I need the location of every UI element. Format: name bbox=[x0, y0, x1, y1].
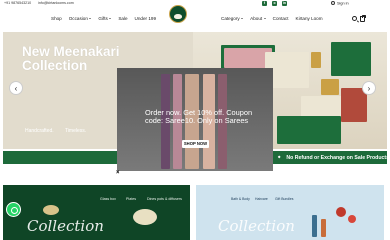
chevron-down-icon bbox=[263, 18, 266, 19]
flower-image bbox=[336, 207, 346, 217]
nav-item-occasion[interactable]: Occasion bbox=[69, 16, 92, 21]
product-image bbox=[133, 209, 157, 225]
category-banner-bath[interactable]: Bath & Body Haircare Gift Bundles Collec… bbox=[196, 185, 384, 240]
user-icon bbox=[331, 1, 335, 5]
nav-item-about[interactable]: About bbox=[250, 16, 266, 21]
nav-item-category[interactable]: Category bbox=[221, 16, 244, 21]
nav-label: Occasion bbox=[68, 16, 88, 21]
chevron-down-icon bbox=[89, 18, 92, 19]
nav-label: Category bbox=[221, 16, 240, 21]
product-box-image bbox=[341, 88, 367, 122]
hero-tagline: Handcrafted. Timeless. bbox=[25, 128, 96, 134]
product-box-image bbox=[331, 42, 371, 76]
cart-icon[interactable] bbox=[360, 14, 366, 22]
popup-message: Order now. Get 10% off. Coupon code: Sar… bbox=[145, 108, 253, 125]
chevron-down-icon bbox=[109, 18, 112, 19]
flower-image bbox=[348, 215, 356, 223]
banner-label[interactable]: Glass box bbox=[100, 197, 116, 201]
banner-script-title: Collection bbox=[27, 217, 104, 235]
email-address[interactable]: info@kirtanlooms.com bbox=[38, 1, 74, 5]
page: +91 9876543210 info@kirtanlooms.com f o … bbox=[0, 0, 390, 240]
nav-item-kirtany-loom[interactable]: Kirtany Loom bbox=[296, 16, 323, 21]
sign-in-link[interactable]: Sign in bbox=[331, 1, 349, 6]
carousel-prev-button[interactable]: ‹ bbox=[9, 81, 23, 95]
phone-number[interactable]: +91 9876543210 bbox=[4, 1, 31, 5]
tagline-handcrafted: Handcrafted. bbox=[25, 128, 54, 134]
product-box-image bbox=[277, 116, 341, 144]
product-box-image bbox=[311, 52, 321, 68]
bottle-image bbox=[312, 215, 317, 237]
nav-item-contact[interactable]: Contact bbox=[273, 16, 289, 21]
main-nav-left: Shop Occasion Gifts Sale Under 199 bbox=[51, 16, 156, 21]
search-icon[interactable] bbox=[352, 16, 357, 21]
social-links: f o in bbox=[262, 1, 287, 6]
whatsapp-chat-icon[interactable] bbox=[6, 202, 21, 217]
announcement-text: No Refund or Exchange on Sale Products bbox=[286, 155, 390, 161]
banner-label[interactable]: Haircare bbox=[255, 197, 268, 201]
banner-label[interactable]: Bath & Body bbox=[231, 197, 250, 201]
diamond-icon bbox=[277, 155, 281, 159]
top-bar: +91 9876543210 info@kirtanlooms.com f o … bbox=[0, 0, 390, 9]
category-banner-home[interactable]: Glass box Plates Dines pots & diffusers … bbox=[3, 185, 190, 240]
main-nav-right: Category About Contact Kirtany Loom bbox=[221, 16, 323, 21]
banner-label[interactable]: Gift Bundles bbox=[275, 197, 293, 201]
logo-emblem bbox=[174, 14, 182, 19]
tagline-timeless: Timeless. bbox=[64, 128, 87, 134]
promo-popup: Order now. Get 10% off. Coupon code: Sar… bbox=[117, 68, 273, 171]
banner-script-title: Collection bbox=[218, 217, 295, 235]
carousel-next-button[interactable]: › bbox=[362, 81, 376, 95]
bottle-image bbox=[321, 219, 326, 237]
banner-label[interactable]: Dines pots & diffusers bbox=[147, 197, 182, 201]
brand-logo[interactable] bbox=[169, 5, 187, 23]
nav-item-shop[interactable]: Shop bbox=[51, 16, 62, 21]
nav-item-sale[interactable]: Sale bbox=[118, 16, 127, 21]
sign-in-label: Sign in bbox=[337, 1, 349, 6]
contact-info: +91 9876543210 info@kirtanlooms.com bbox=[4, 1, 80, 5]
shop-now-button[interactable]: SHOP NOW bbox=[182, 140, 209, 148]
nav-label: About bbox=[250, 16, 263, 21]
facebook-icon[interactable]: f bbox=[262, 1, 267, 6]
instagram-icon[interactable]: o bbox=[272, 1, 277, 6]
plate-image bbox=[43, 205, 59, 215]
nav-item-gifts[interactable]: Gifts bbox=[98, 16, 112, 21]
chevron-down-icon bbox=[241, 18, 244, 19]
announcement-item: No Refund or Exchange on Sale Products bbox=[277, 155, 390, 161]
nav-item-under-199[interactable]: Under 199 bbox=[135, 16, 156, 21]
nav-label: Gifts bbox=[98, 16, 108, 21]
product-box-image bbox=[321, 79, 339, 95]
close-icon[interactable]: × bbox=[116, 170, 120, 176]
linkedin-icon[interactable]: in bbox=[282, 1, 287, 6]
banner-label[interactable]: Plates bbox=[126, 197, 136, 201]
